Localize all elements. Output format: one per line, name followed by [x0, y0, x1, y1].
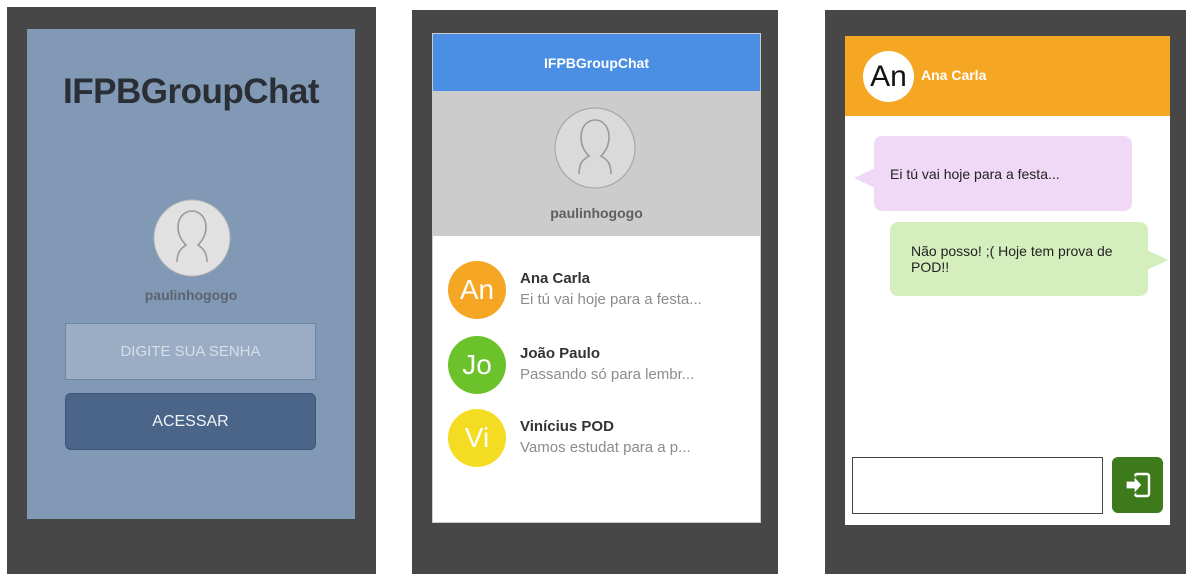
password-input[interactable]	[65, 323, 316, 380]
outgoing-message: Não posso! ;( Hoje tem prova de POD!!	[890, 222, 1168, 296]
user-avatar-icon	[554, 107, 636, 189]
login-screen: IFPBGroupChat paulinhogogo ACESSAR	[27, 29, 355, 519]
contact-item[interactable]: Vi Vinícius POD Vamos estudat para a p..…	[448, 409, 748, 471]
chat-contact-name: Ana Carla	[921, 67, 987, 83]
contacts-header: IFPBGroupChat	[433, 34, 760, 91]
send-icon	[1124, 472, 1150, 498]
message-input[interactable]	[852, 457, 1103, 514]
contacts-phone-frame: IFPBGroupChat paulinhogogo An Ana Carla …	[412, 10, 778, 574]
login-button[interactable]: ACESSAR	[65, 393, 316, 450]
contact-avatar: Jo	[448, 336, 506, 394]
chat-phone-frame: An Ana Carla Ei tú vai hoje para a festa…	[825, 10, 1186, 574]
contact-preview: Ei tú vai hoje para a festa...	[520, 291, 702, 308]
contact-name: Ana Carla	[520, 270, 591, 287]
login-phone-frame: IFPBGroupChat paulinhogogo ACESSAR	[7, 7, 376, 574]
login-username: paulinhogogo	[144, 287, 238, 303]
contact-item[interactable]: Jo João Paulo Passando só para lembr...	[448, 336, 748, 398]
contact-preview: Vamos estudat para a p...	[520, 439, 691, 456]
header-title: IFPBGroupChat	[544, 54, 649, 71]
contact-item[interactable]: An Ana Carla Ei tú vai hoje para a festa…	[448, 261, 748, 323]
incoming-message: Ei tú vai hoje para a festa...	[854, 136, 1132, 211]
app-title: IFPBGroupChat	[63, 72, 319, 111]
user-avatar-icon	[153, 199, 231, 277]
profile-area: paulinhogogo	[433, 91, 760, 236]
contact-name: Vinícius POD	[520, 418, 614, 435]
contact-name: João Paulo	[520, 345, 601, 362]
send-button[interactable]	[1112, 457, 1163, 513]
contact-avatar: An	[448, 261, 506, 319]
contacts-screen: IFPBGroupChat paulinhogogo An Ana Carla …	[432, 33, 761, 523]
chat-header: An Ana Carla	[845, 36, 1170, 116]
chat-contact-avatar[interactable]: An	[863, 51, 914, 102]
message-text: Ei tú vai hoje para a festa...	[890, 166, 1060, 182]
profile-username: paulinhogogo	[550, 205, 643, 221]
contact-avatar: Vi	[448, 409, 506, 467]
message-text: Não posso! ;( Hoje tem prova de POD!!	[911, 243, 1113, 275]
contact-preview: Passando só para lembr...	[520, 366, 695, 383]
chat-screen: An Ana Carla Ei tú vai hoje para a festa…	[845, 36, 1170, 525]
